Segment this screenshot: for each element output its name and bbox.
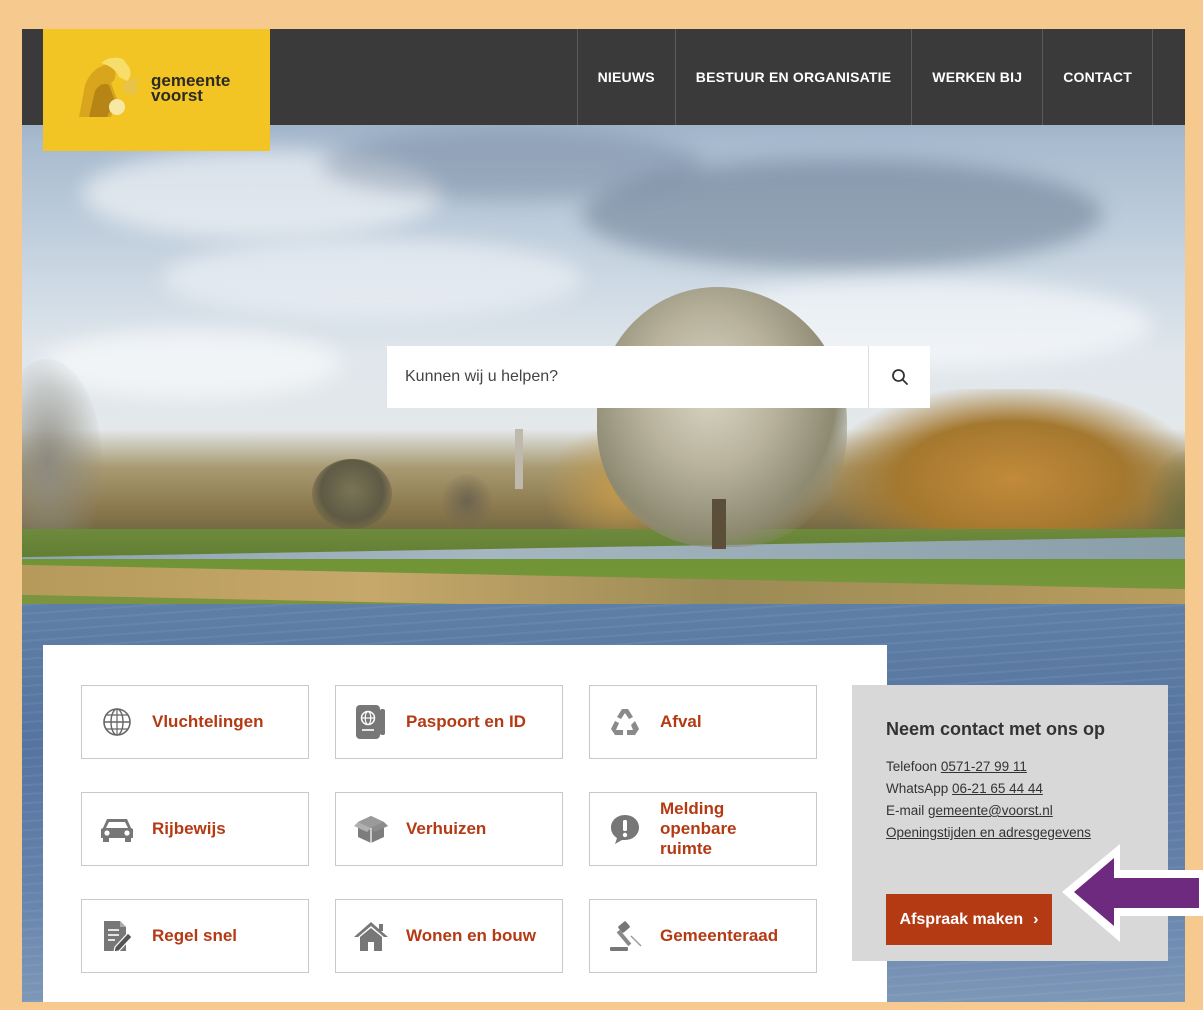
phone-link[interactable]: 0571-27 99 11 [941,759,1027,774]
chevron-right-icon: › [1033,910,1039,928]
email-link[interactable]: gemeente@voorst.nl [928,803,1053,818]
site-logo[interactable]: gemeente voorst [43,29,270,151]
phone-label: Telefoon [886,759,938,774]
tile-melding-openbare-ruimte[interactable]: Melding openbare ruimte [589,792,817,866]
box-icon [354,816,388,843]
tile-label: Rijbewijs [152,819,226,838]
contact-title: Neem contact met ons op [886,719,1106,739]
tile-label: Afval [660,712,702,731]
main-nav: NIEUWS BESTUUR EN ORGANISATIE WERKEN BIJ… [576,29,1153,125]
tile-label-line: openbare [660,819,737,838]
tile-label-line: Melding [660,799,725,818]
search-input[interactable] [387,346,868,408]
tile-label: Melding openbare ruimte [660,799,737,859]
whatsapp-link[interactable]: 06-21 65 44 44 [952,781,1043,796]
contact-phone-line: Telefoon 0571-27 99 11 [886,756,1134,778]
appointment-button[interactable]: Afspraak maken › [886,894,1052,945]
car-icon [101,819,133,842]
appointment-button-label: Afspraak maken [899,910,1024,928]
gavel-icon [610,921,642,951]
exclamation-icon [611,815,639,844]
search-bar [387,346,930,408]
house-icon [354,922,388,951]
tile-label: Gemeenteraad [660,926,779,945]
tile-label: Vluchtelingen [152,712,264,731]
tile-label: Verhuizen [406,819,487,838]
globe-icon [103,708,131,736]
tile-label: Wonen en bouw [406,926,537,945]
nav-item-contact[interactable]: CONTACT [1042,29,1153,125]
tile-verhuizen[interactable]: Verhuizen [335,792,563,866]
search-icon [891,369,908,385]
nav-item-bestuur-en-organisatie[interactable]: BESTUUR EN ORGANISATIE [674,29,912,125]
page-frame: NIEUWS BESTUUR EN ORGANISATIE WERKEN BIJ… [22,29,1185,1002]
tile-vluchtelingen[interactable]: Vluchtelingen [81,685,309,759]
form-pen-icon [104,921,133,953]
contact-email-line: E-mail gemeente@voorst.nl [886,800,1134,822]
tile-label: Regel snel [152,926,238,945]
tile-regel-snel[interactable]: Regel snel [81,899,309,973]
tile-paspoort-en-id[interactable]: Paspoort en ID [335,685,563,759]
quick-links-panel: Vluchtelingen Paspoort en ID Afval Rijbe… [43,645,887,1002]
tile-rijbewijs[interactable]: Rijbewijs [81,792,309,866]
logo-line-voorst: voorst [151,86,203,105]
recycle-icon [611,709,639,735]
passport-icon [356,705,385,739]
contact-whatsapp-line: WhatsApp 06-21 65 44 44 [886,778,1134,800]
tile-afval[interactable]: Afval [589,685,817,759]
tile-label: Paspoort en ID [406,712,526,731]
tile-label-line: ruimte [660,839,712,858]
logo-emblem-icon [71,55,141,119]
annotation-arrow-icon [1062,844,1203,942]
logo-text: gemeente voorst [151,72,230,105]
nav-item-werken-bij[interactable]: WERKEN BIJ [911,29,1042,125]
tile-gemeenteraad[interactable]: Gemeenteraad [589,899,817,973]
whatsapp-label: WhatsApp [886,781,949,796]
email-label: E-mail [886,803,925,818]
search-button[interactable] [868,346,930,408]
tile-wonen-en-bouw[interactable]: Wonen en bouw [335,899,563,973]
nav-item-nieuws[interactable]: NIEUWS [576,29,675,125]
